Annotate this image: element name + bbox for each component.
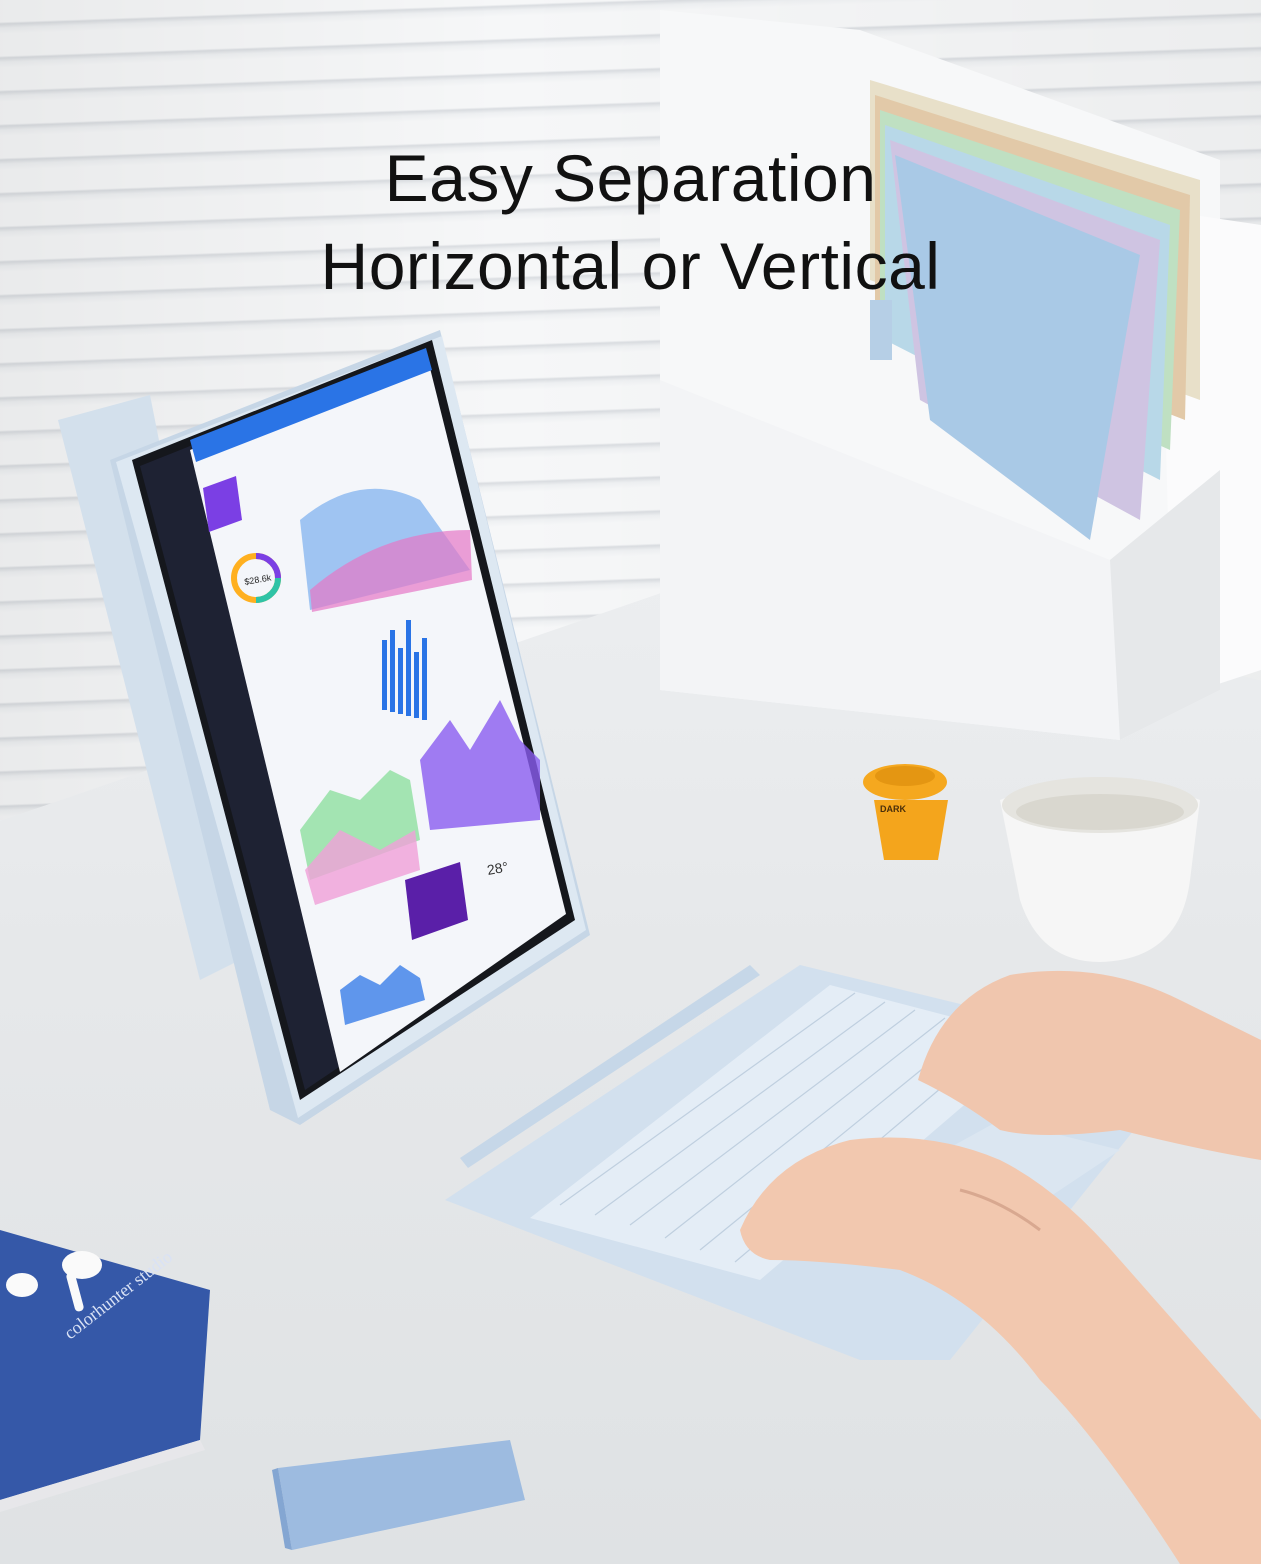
headline-line1: Easy Separation <box>384 141 877 215</box>
notebook: colorhunter studio <box>0 1230 210 1512</box>
headline: Easy Separation Horizontal or Vertical <box>0 134 1261 310</box>
mini-coffee-cup: DARK <box>863 764 948 860</box>
blue-stick <box>272 1440 525 1550</box>
file-organizer <box>660 10 1261 740</box>
photo-scene: DARK $28.6k 28° colorhunter studio Easy … <box>0 0 1261 1564</box>
cup-label: DARK <box>880 804 906 814</box>
headline-line2: Horizontal or Vertical <box>320 229 941 303</box>
white-mug <box>1000 777 1200 962</box>
